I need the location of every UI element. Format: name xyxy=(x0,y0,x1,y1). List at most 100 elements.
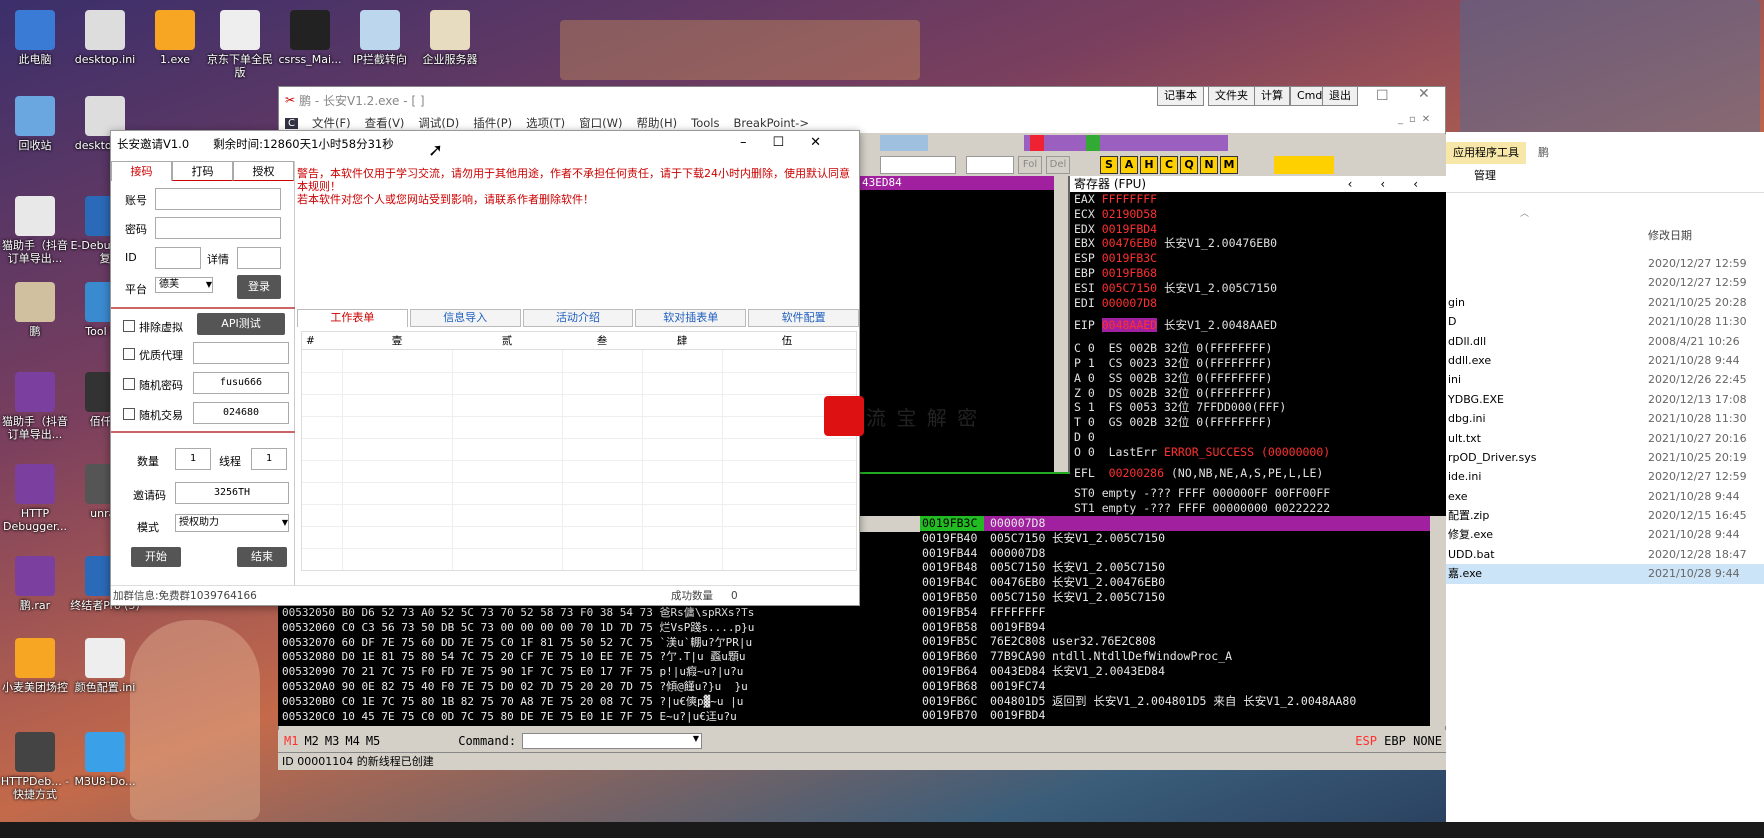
window-controls[interactable]: –☐✕ xyxy=(740,135,847,150)
stack-scrollbar[interactable] xyxy=(1430,516,1446,726)
menu-file[interactable]: 文件(F) xyxy=(312,115,351,131)
file-row[interactable]: ide.ini 2020/12/27 12:59 xyxy=(1446,467,1764,486)
toolbar-letter-button[interactable]: N xyxy=(1200,156,1218,174)
tab-activity[interactable]: 活动介绍 xyxy=(522,309,634,327)
register-row[interactable]: ECX 02190D58 xyxy=(1070,207,1446,222)
file-row[interactable]: 嘉.exe 2021/10/28 9:44 xyxy=(1446,564,1764,584)
file-row[interactable]: ddll.exe 2021/10/28 9:44 xyxy=(1446,351,1764,370)
m2-button[interactable]: M2 xyxy=(304,734,318,748)
none-mode[interactable]: NONE xyxy=(1413,734,1442,748)
desktop-icon[interactable]: 此电脑 xyxy=(0,10,70,66)
tab-dama[interactable]: 打码 xyxy=(172,161,233,181)
random-trade-checkbox[interactable] xyxy=(123,408,135,420)
menu-help[interactable]: 帮助(H) xyxy=(637,115,678,131)
threads-input[interactable]: 1 xyxy=(251,448,287,470)
flag-row[interactable]: Z 0 DS 002B 32位 0(FFFFFFFF) xyxy=(1070,386,1446,401)
menu-c-icon[interactable]: C xyxy=(285,117,298,129)
exclude-vm-checkbox[interactable] xyxy=(123,320,135,332)
menu-tools[interactable]: Tools xyxy=(691,116,719,130)
desktop-icon[interactable]: IP拦截转向 xyxy=(345,10,415,66)
stack-row[interactable]: 0019FB3C 000007D8 xyxy=(920,516,1430,531)
file-row[interactable]: dbg.ini 2021/10/28 11:30 xyxy=(1446,409,1764,428)
ebp-mode[interactable]: EBP xyxy=(1384,734,1406,748)
end-button[interactable]: 结束 xyxy=(237,547,287,567)
toolbar-letter-button[interactable]: M xyxy=(1220,156,1238,174)
desktop-icon[interactable]: HTTPDeb... - 快捷方式 xyxy=(0,732,70,801)
menu-window[interactable]: 窗口(W) xyxy=(579,115,622,131)
register-row[interactable]: ESI 005C7150 长安V1_2.005C7150 xyxy=(1070,281,1446,296)
esp-mode[interactable]: ESP xyxy=(1355,734,1377,748)
file-row[interactable]: exe 2021/10/28 9:44 xyxy=(1446,487,1764,506)
registers-pane[interactable]: 寄存器 (FPU) ‹‹‹ EAX FFFFFFFF ECX 02190D58 … xyxy=(1070,176,1446,516)
login-button[interactable]: 登录 xyxy=(237,275,281,299)
flag-row[interactable]: P 1 CS 0023 32位 0(FFFFFFFF) xyxy=(1070,356,1446,371)
toolbar-icons[interactable] xyxy=(880,135,928,151)
password-input[interactable] xyxy=(155,217,281,239)
tab-shouquan[interactable]: 授权 xyxy=(233,161,294,181)
desktop-icon[interactable]: 京东下单全民版 xyxy=(205,10,275,79)
register-row[interactable]: ESP 0019FB3C xyxy=(1070,251,1446,266)
file-row[interactable]: gin 2021/10/25 20:28 xyxy=(1446,293,1764,312)
random-trade-input[interactable]: 024680 xyxy=(193,402,289,424)
desktop-icon[interactable]: 1.exe xyxy=(140,10,210,66)
desktop-icon[interactable]: 回收站 xyxy=(0,96,70,152)
stack-pane[interactable]: 0019FB3C 000007D8 0019FB40 005C7150 长安V1_2.0… xyxy=(920,516,1430,726)
flag-row[interactable]: D 0 xyxy=(1070,430,1446,445)
stack-row[interactable]: 0019FB54 FFFFFFFF xyxy=(920,605,1430,620)
file-row[interactable]: 配置.zip 2020/12/15 16:45 xyxy=(1446,506,1764,525)
m1-button[interactable]: M1 xyxy=(284,734,298,748)
account-input[interactable] xyxy=(155,188,281,210)
toolbar-letter-button[interactable]: H xyxy=(1140,156,1158,174)
register-row[interactable]: EDX 0019FBD4 xyxy=(1070,222,1446,237)
menu-breakpoint[interactable]: BreakPoint-> xyxy=(733,116,809,130)
id-input[interactable] xyxy=(155,247,201,269)
desktop-icon[interactable]: 鹏.rar xyxy=(0,556,70,612)
desktop-icon[interactable]: 颜色配置.ini xyxy=(70,638,140,694)
desktop-icon[interactable]: 鹏 xyxy=(0,282,70,338)
notepad-button[interactable]: 记事本 xyxy=(1157,86,1204,106)
file-row[interactable]: D 2021/10/28 11:30 xyxy=(1446,312,1764,331)
desktop-icon[interactable]: desktop.ini xyxy=(70,10,140,66)
m3-button[interactable]: M3 xyxy=(325,734,339,748)
desktop-icon[interactable]: M3U8-Do... xyxy=(70,732,140,788)
menu-options[interactable]: 选项(T) xyxy=(526,115,565,131)
flag-row[interactable]: C 0 ES 002B 32位 0(FFFFFFFF) xyxy=(1070,341,1446,356)
calc-button[interactable]: 计算 xyxy=(1254,86,1290,106)
start-button[interactable]: 开始 xyxy=(131,547,181,567)
register-row[interactable]: EBX 00476EB0 长安V1_2.00476EB0 xyxy=(1070,236,1446,251)
stack-row[interactable]: 0019FB60 77B9CA90 ntdll.NtdllDefWindowProc… xyxy=(920,649,1430,664)
dump-row[interactable]: 005320A0 90 0E 82 75 40 F0 7E 75 D0 02 7… xyxy=(278,680,826,695)
flag-row[interactable]: S 1 FS 0053 32位 7FFDD000(FFF) xyxy=(1070,400,1446,415)
disasm-selected-line[interactable]: 43ED84 xyxy=(860,176,1068,190)
exit-button[interactable]: 退出 xyxy=(1322,86,1358,106)
dropdown-icon[interactable]: ▼ xyxy=(693,734,699,743)
stack-row[interactable]: 0019FB4C 00476EB0 长安V1_2.00476EB0 xyxy=(920,575,1430,590)
menu-view[interactable]: 查看(V) xyxy=(365,115,405,131)
folder-button[interactable]: 文件夹 xyxy=(1208,86,1255,106)
del-button[interactable]: Del xyxy=(1046,156,1070,174)
fol-button[interactable]: Fol xyxy=(1018,156,1042,174)
mdi-controls[interactable]: _▫✕ xyxy=(1398,114,1436,125)
api-test-button[interactable]: API测试 xyxy=(197,313,285,335)
tab-config[interactable]: 软件配置 xyxy=(748,309,859,327)
desktop-icon[interactable]: 猫助手（抖音订单导出... xyxy=(0,196,70,265)
stack-row[interactable]: 0019FB50 005C7150 长安V1_2.005C7150 xyxy=(920,590,1430,605)
dump-row[interactable]: 00532090 70 21 7C 75 F0 FD 7E 75 90 1F 7… xyxy=(278,665,826,680)
dump-row[interactable]: 00532070 60 DF 7E 75 60 DD 7E 75 C0 1F 8… xyxy=(278,636,826,651)
quantity-input[interactable]: 1 xyxy=(175,448,211,470)
desktop-icon[interactable]: HTTP Debugger... xyxy=(0,464,70,533)
quality-proxy-checkbox[interactable] xyxy=(123,348,135,360)
toolbar-letter-button[interactable]: C xyxy=(1160,156,1178,174)
toolbar-icons[interactable] xyxy=(1024,135,1228,151)
toolbar-input[interactable] xyxy=(966,156,1014,174)
toolbar-letter-button[interactable]: A xyxy=(1120,156,1138,174)
desktop-icon[interactable]: 小麦美团场控 xyxy=(0,638,70,694)
stack-row[interactable]: 0019FB44 000007D8 xyxy=(920,546,1430,561)
platform-select[interactable]: 德芙 ▼ xyxy=(155,277,213,293)
random-password-input[interactable]: fusu666 xyxy=(193,372,289,394)
register-row[interactable]: EBP 0019FB68 xyxy=(1070,266,1446,281)
register-row[interactable]: EDI 000007D8 xyxy=(1070,296,1446,311)
menu-plugins[interactable]: 插件(P) xyxy=(473,115,512,131)
m4-button[interactable]: M4 xyxy=(345,734,359,748)
file-row[interactable]: dDll.dll 2008/4/21 10:26 xyxy=(1446,332,1764,351)
